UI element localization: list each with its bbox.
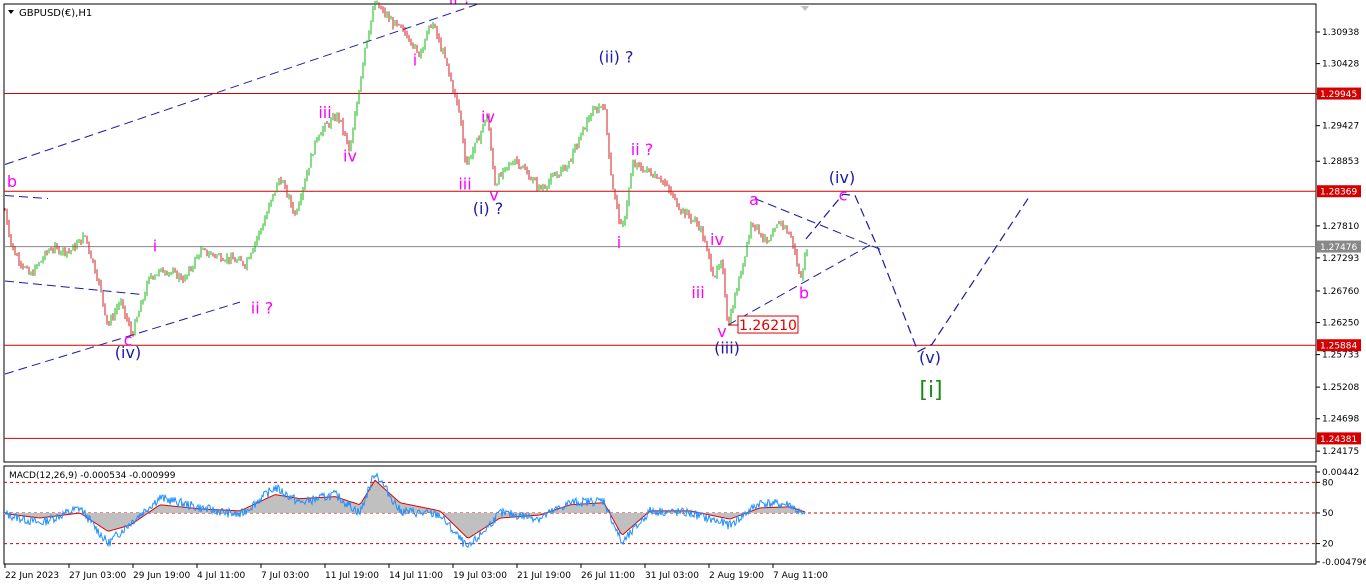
time-tick-label: 21 Jul 19:00 (517, 571, 571, 581)
level-price-label: 1.29945 (1320, 90, 1357, 100)
price-tick-label: 1.29427 (1322, 122, 1359, 132)
macd-tick-label: 80 (1322, 478, 1334, 488)
time-tick-label: 29 Jun 19:00 (133, 571, 190, 581)
time-tick-label: 31 Jul 03:00 (645, 571, 699, 581)
chart-title: GBPUSD(€),H1 (19, 8, 92, 19)
wave-label: [i] (919, 378, 942, 403)
time-tick-label: 14 Jul 11:00 (389, 571, 443, 581)
wave-label: b (7, 172, 17, 191)
wave-label: (i) ? (473, 199, 504, 218)
macd-title: MACD(12,26,9) -0.000534 -0.000999 (9, 471, 176, 481)
price-tick-label: 1.30938 (1322, 28, 1359, 38)
wave-label: i (413, 50, 417, 69)
price-tick-label: 1.28853 (1322, 157, 1359, 167)
chart-background (0, 0, 1366, 588)
time-tick-label: 7 Aug 11:00 (773, 571, 828, 581)
price-axis: 1.309381.304281.299371.294271.288531.278… (1316, 28, 1361, 457)
wave-label: i (153, 236, 157, 255)
price-tick-label: 1.27810 (1322, 222, 1359, 232)
price-tick-label: 1.25733 (1322, 351, 1359, 361)
level-price-label: 1.24381 (1320, 435, 1357, 445)
low-marker-label: 1.26210 (739, 318, 797, 334)
wave-label: iv (481, 107, 495, 126)
price-tick-label: 1.25208 (1322, 383, 1359, 393)
wave-label: (iii) (714, 339, 740, 358)
time-tick-label: 11 Jul 19:00 (325, 571, 379, 581)
wave-label: (iv) (115, 343, 141, 362)
macd-tick-label: 50 (1322, 509, 1334, 519)
wave-label: ii ? (631, 140, 653, 159)
wave-label: c (839, 185, 848, 204)
time-tick-label: 7 Jul 03:00 (261, 571, 310, 581)
price-tick-label: 1.26250 (1322, 319, 1359, 329)
chart-window[interactable]: bic(iv)ii ?iiiiviii ?iviiiv(i) ?(ii) ?ii… (0, 0, 1366, 588)
time-tick-label: 22 Jun 2023 (5, 571, 59, 581)
wave-label: (iv) (829, 168, 855, 187)
price-tick-label: 1.24698 (1322, 415, 1359, 425)
wave-label: iv (710, 230, 724, 249)
macd-tick-label: -0.004796 (1322, 558, 1366, 568)
wave-label: ii ? (449, 0, 471, 7)
macd-tick-label: 0.00442 (1322, 468, 1359, 478)
price-tick-label: 1.27293 (1322, 254, 1359, 264)
wave-label: iii (458, 174, 471, 193)
time-tick-label: 2 Aug 19:00 (709, 571, 764, 581)
price-tick-label: 1.26760 (1322, 287, 1359, 297)
wave-label: i (617, 233, 621, 252)
level-price-label: 1.27476 (1320, 243, 1357, 253)
wave-label: iv (343, 146, 357, 165)
wave-label: (ii) ? (599, 47, 634, 66)
price-tick-label: 1.30428 (1322, 60, 1359, 70)
time-tick-label: 19 Jul 03:00 (453, 571, 507, 581)
wave-label: ii ? (251, 298, 273, 317)
time-tick-label: 27 Jun 03:00 (69, 571, 126, 581)
macd-tick-label: 20 (1322, 540, 1334, 550)
wave-label: a (749, 190, 759, 209)
wave-label: (v) (919, 348, 941, 367)
time-tick-label: 4 Jul 11:00 (197, 571, 246, 581)
level-price-label: 1.28369 (1320, 188, 1357, 198)
level-price-label: 1.25884 (1320, 342, 1357, 352)
wave-label: iii (691, 283, 704, 302)
price-tick-label: 1.24175 (1322, 447, 1359, 457)
wave-label: iii (318, 103, 331, 122)
wave-label: b (799, 283, 809, 302)
time-tick-label: 26 Jul 11:00 (581, 571, 635, 581)
